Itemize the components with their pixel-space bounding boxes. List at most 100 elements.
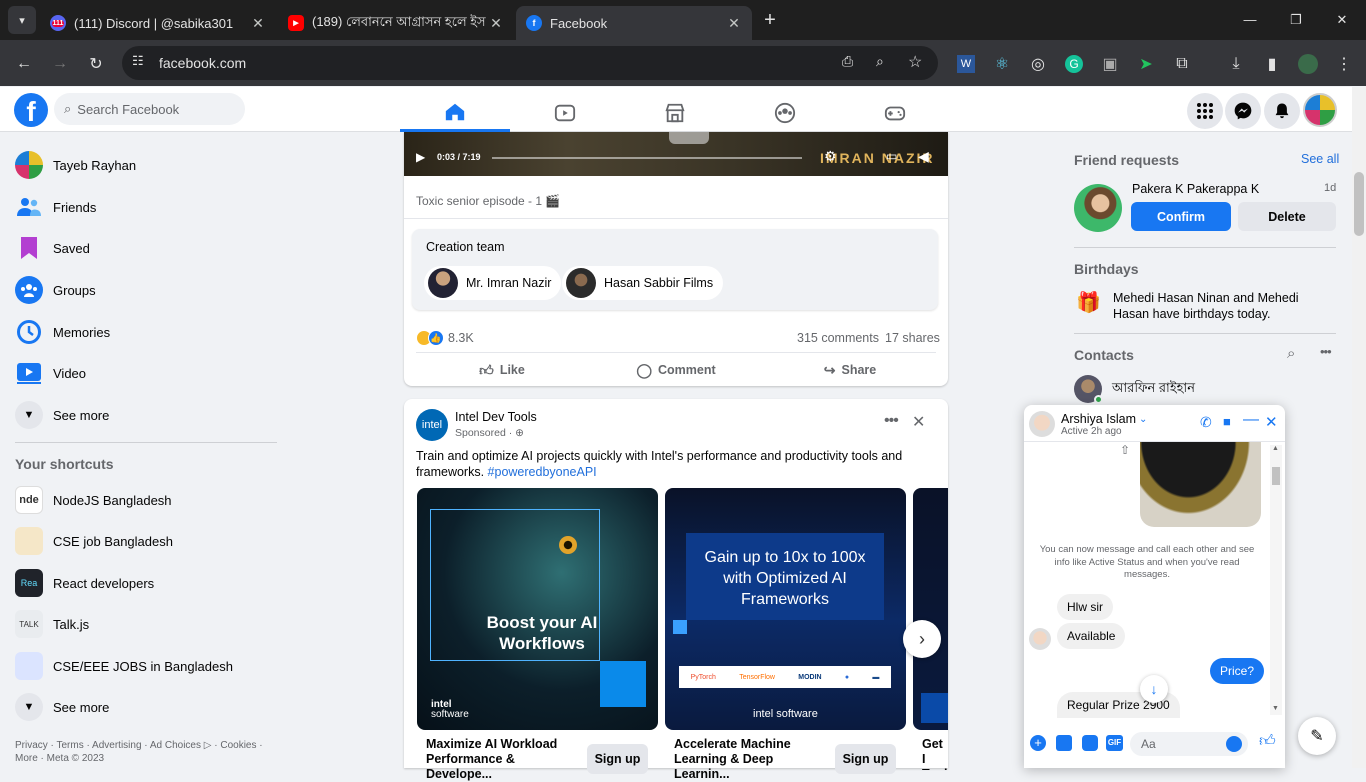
facebook-logo[interactable]: f — [14, 93, 48, 127]
download-icon[interactable]: ⤓ — [1224, 52, 1248, 76]
chrome-menu-icon[interactable]: ⋮ — [1332, 52, 1356, 76]
shortcut-react[interactable]: Rea React developers — [8, 563, 278, 603]
nav-gaming[interactable] — [840, 94, 950, 132]
browser-tab-facebook[interactable]: f Facebook ✕ — [516, 6, 752, 40]
record-extension-icon[interactable]: ◎ — [1026, 52, 1050, 76]
gif-icon[interactable]: GIF — [1106, 735, 1123, 751]
side-panel-icon[interactable]: ▮ — [1260, 52, 1284, 76]
site-info-icon[interactable]: ☷ — [132, 53, 144, 69]
creator-chip[interactable]: Mr. Imran Nazir — [424, 266, 562, 300]
footer-line-2[interactable]: More · Meta © 2023 — [15, 753, 104, 764]
chevron-down-icon[interactable]: ⌄ — [1139, 414, 1147, 425]
camera-extension-icon[interactable]: ▣ — [1098, 52, 1122, 76]
scrollbar-thumb[interactable] — [1354, 172, 1364, 236]
carousel-card-1-footer[interactable]: Maximize AI Workload Performance & Devel… — [426, 730, 581, 781]
carousel-next-button[interactable]: › — [903, 620, 941, 658]
browser-tab-discord[interactable]: 111 (111) Discord | @sabika301 ✕ — [40, 6, 276, 40]
delete-button[interactable]: Delete — [1238, 202, 1336, 231]
image-icon[interactable] — [1056, 735, 1072, 751]
video-progress-bar[interactable] — [492, 157, 802, 159]
play-icon[interactable]: ▶ — [416, 150, 425, 164]
share-button[interactable]: ↪ Share — [764, 356, 936, 384]
scroll-up-icon[interactable]: ▲ — [1272, 445, 1279, 452]
extensions-puzzle-icon[interactable]: ⧉ — [1170, 52, 1194, 76]
sidebar-item-saved[interactable]: Saved — [8, 228, 278, 268]
confirm-button[interactable]: Confirm — [1131, 202, 1231, 231]
footer-line-1[interactable]: Privacy · Terms · Advertising · Ad Choic… — [15, 740, 204, 751]
phone-icon[interactable]: ✆ — [1200, 414, 1212, 431]
plus-circle-icon[interactable]: + — [1030, 735, 1046, 751]
close-icon[interactable]: ✕ — [1265, 413, 1278, 431]
profile-avatar[interactable] — [1296, 52, 1320, 76]
scroll-down-icon[interactable]: ▼ — [1272, 705, 1279, 712]
notifications-button[interactable] — [1264, 93, 1300, 129]
restore-button[interactable]: ❐ — [1284, 8, 1308, 32]
scrollbar-thumb[interactable] — [1272, 467, 1280, 485]
shortcut-nodejs[interactable]: nde NodeJS Bangladesh — [8, 480, 278, 520]
close-icon[interactable]: ✕ — [912, 412, 925, 432]
tab-search-button[interactable]: ▾ — [8, 6, 36, 34]
share-icon[interactable]: ⇧ — [1120, 443, 1130, 457]
reactions[interactable]: 👍 8.3K — [416, 330, 474, 346]
like-button[interactable]: 👍︎ Like — [416, 356, 588, 384]
nav-groups[interactable] — [730, 94, 840, 132]
new-message-button[interactable]: ✎ — [1298, 717, 1336, 755]
shortcut-cse-job[interactable]: CSE job Bangladesh — [8, 521, 278, 561]
messenger-button[interactable] — [1225, 93, 1261, 129]
carousel-card-1[interactable]: Boost your AI Workflows intel software — [417, 488, 658, 730]
grammarly-icon[interactable]: G — [1062, 52, 1086, 76]
install-app-icon[interactable]: ⎙ — [842, 53, 853, 70]
footer-cookies[interactable]: · Cookies · — [211, 740, 262, 751]
see-more-button[interactable]: ▼ See more — [8, 395, 278, 435]
shortcut-cse-eee[interactable]: CSE/EEE JOBS in Bangladesh — [8, 646, 278, 686]
comment-button[interactable]: ◯ Comment — [590, 356, 762, 384]
post-options-icon[interactable]: ••• — [884, 412, 899, 430]
creator-chip[interactable]: Hasan Sabbir Films — [562, 266, 724, 300]
birthday-text[interactable]: Mehedi Hasan Ninan and Mehedi Hasan have… — [1113, 290, 1338, 322]
footer-links[interactable]: Privacy · Terms · Advertising · Ad Choic… — [15, 739, 275, 765]
chat-scrollbar[interactable]: ▲ ▼ — [1270, 445, 1282, 715]
settings-icon[interactable]: ⚙ — [824, 148, 837, 165]
zoom-icon[interactable]: ⌕ — [876, 53, 884, 70]
carousel-card-3-footer[interactable]: Get I Tools — [922, 730, 948, 770]
chat-contact-name[interactable]: Arshiya Islam — [1061, 412, 1136, 426]
address-bar[interactable]: ☷ facebook.com ⎙ ⌕ ☆ — [122, 46, 938, 80]
sidebar-item-groups[interactable]: Groups — [8, 270, 278, 310]
sidebar-item-memories[interactable]: Memories — [8, 312, 278, 352]
send-extension-icon[interactable]: ➤ — [1134, 52, 1158, 76]
account-avatar[interactable] — [1303, 93, 1337, 127]
video-call-icon[interactable]: ■ — [1223, 414, 1231, 429]
sign-up-button[interactable]: Sign up — [587, 744, 648, 774]
close-window-button[interactable]: ✕ — [1330, 8, 1354, 32]
carousel-card-2[interactable]: Gain up to 10x to 100x with Optimized AI… — [665, 488, 906, 730]
close-icon[interactable]: ✕ — [726, 15, 742, 32]
close-icon[interactable]: ✕ — [488, 15, 504, 32]
thumbs-up-send-icon[interactable]: 👍︎ — [1259, 732, 1276, 751]
sidebar-item-video[interactable]: Video — [8, 353, 278, 393]
sign-up-button[interactable]: Sign up — [835, 744, 896, 774]
carousel-card-3[interactable] — [913, 488, 948, 730]
emoji-icon[interactable] — [1226, 736, 1242, 752]
profile-link[interactable]: Tayeb Rayhan — [8, 145, 278, 185]
see-all-link[interactable]: See all — [1301, 152, 1339, 166]
message-input[interactable]: Aa — [1130, 732, 1248, 756]
scroll-to-bottom-button[interactable]: ↓ — [1140, 675, 1168, 703]
video-player[interactable]: ▶ 0:03 / 7:19 IMRAN NAZIR ⚙ ▭ ◀ — [404, 132, 948, 176]
search-box[interactable]: ⌕ Search Facebook — [54, 93, 245, 125]
volume-icon[interactable]: ◀ — [918, 148, 929, 165]
page-scrollbar[interactable] — [1352, 87, 1366, 768]
react-devtools-icon[interactable]: ⚛ — [990, 52, 1014, 76]
back-icon[interactable]: ← — [12, 52, 36, 76]
forward-icon[interactable]: → — [48, 52, 72, 76]
shortcuts-see-more-button[interactable]: ▼ See more — [8, 687, 278, 727]
request-name[interactable]: Pakera K Pakerappa K — [1132, 182, 1259, 196]
minimize-icon[interactable]: — — [1243, 411, 1259, 429]
image-message[interactable] — [1140, 442, 1261, 527]
more-options-icon[interactable]: ••• — [1320, 344, 1332, 359]
birthday-name[interactable]: Mehedi Hasan Ninan — [1113, 291, 1230, 305]
word-extension-icon[interactable]: W — [954, 52, 978, 76]
sticker-icon[interactable] — [1082, 735, 1098, 751]
avatar[interactable] — [1029, 411, 1055, 437]
hashtag-link[interactable]: #poweredbyoneAPI — [488, 465, 597, 479]
minimize-button[interactable]: — — [1238, 8, 1262, 32]
